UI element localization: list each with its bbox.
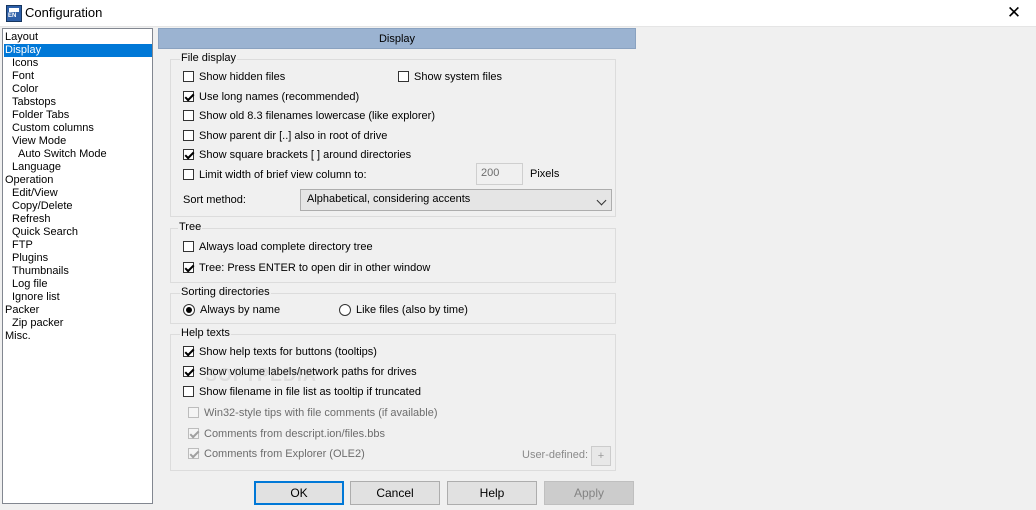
sidebar-item-icons[interactable]: Icons [12,57,38,70]
ok-button[interactable]: OK [254,481,344,505]
sidebar-item-language[interactable]: Language [12,161,61,174]
app-icon [6,5,22,22]
sidebar-item-log-file[interactable]: Log file [12,278,47,291]
sidebar-item-copy-delete[interactable]: Copy/Delete [12,200,73,213]
sidebar-item-thumbnails[interactable]: Thumbnails [12,265,69,278]
sidebar-item-font[interactable]: Font [12,70,34,83]
help-texts-title: Help texts [180,327,231,339]
sidebar-item-folder-tabs[interactable]: Folder Tabs [12,109,69,122]
page-title: Display [158,28,636,49]
sidebar-item-packer[interactable]: Packer [5,304,39,317]
add-icon: + [591,446,611,466]
sort-method-label: Sort method: [183,194,246,206]
sidebar-item-operation[interactable]: Operation [5,174,53,187]
help-button[interactable]: Help [447,481,537,505]
window-title: Configuration [25,5,103,20]
sidebar-item-custom-columns[interactable]: Custom columns [12,122,94,135]
sidebar-item-plugins[interactable]: Plugins [12,252,48,265]
sidebar-item-view-mode[interactable]: View Mode [12,135,66,148]
settings-tree[interactable]: Layout Display Icons Font Color Tabstops Folde… [2,28,153,504]
file-display-title: File display [180,52,238,64]
sidebar-item-layout[interactable]: Layout [5,31,38,44]
pixels-label: Pixels [530,168,560,180]
sidebar-item-misc[interactable]: Misc. [5,330,31,343]
watermark: SOFTPEDIA [205,365,318,385]
title-bar: Configuration ✕ [0,0,1036,27]
tree-group-title: Tree [178,221,203,233]
sidebar-item-color[interactable]: Color [12,83,38,96]
column-width-input[interactable]: 200 [476,163,523,185]
chevron-down-icon [596,195,607,206]
sort-method-select[interactable]: Alphabetical, considering accents [300,189,612,211]
sidebar-item-ftp[interactable]: FTP [12,239,33,252]
sidebar-item-ignore-list[interactable]: Ignore list [12,291,60,304]
sidebar-item-zip-packer[interactable]: Zip packer [12,317,63,330]
cancel-button[interactable]: Cancel [350,481,440,505]
apply-button[interactable]: Apply [544,481,634,505]
close-icon[interactable]: ✕ [1002,2,1026,24]
sidebar-item-quick-search[interactable]: Quick Search [12,226,78,239]
sidebar-item-refresh[interactable]: Refresh [12,213,51,226]
sorting-directories-title: Sorting directories [180,286,271,298]
sidebar-item-display[interactable]: Display [4,44,152,57]
sidebar-item-tabstops[interactable]: Tabstops [12,96,56,109]
sidebar-item-edit-view[interactable]: Edit/View [12,187,58,200]
user-defined-label: User-defined: [522,449,589,461]
sidebar-item-auto-switch-mode[interactable]: Auto Switch Mode [18,148,107,161]
